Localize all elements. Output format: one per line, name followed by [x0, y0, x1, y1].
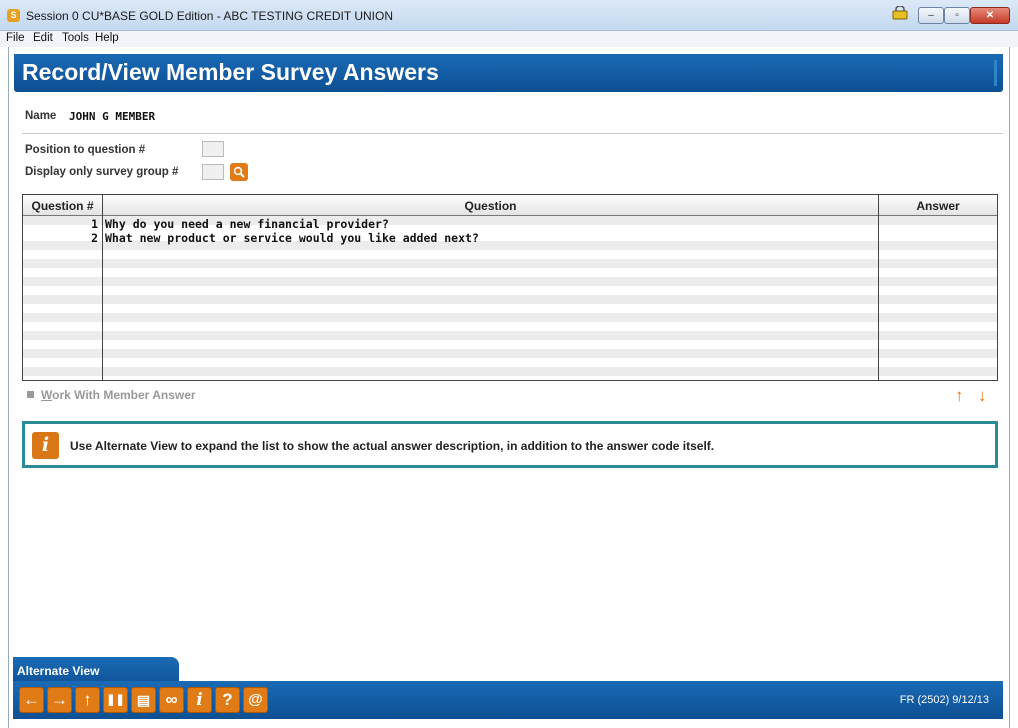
window-titlebar: S Session 0 CU*BASE GOLD Edition - ABC T… — [0, 0, 1018, 31]
column-divider — [102, 195, 103, 380]
app-icon: S — [7, 9, 20, 22]
row-stripe — [23, 277, 997, 286]
page-title: Record/View Member Survey Answers — [22, 59, 439, 85]
hotkey-letter: W — [41, 388, 53, 402]
question-text: Why do you need a new financial provider… — [105, 217, 389, 231]
maximize-button[interactable]: ▫ — [944, 7, 970, 24]
menu-edit[interactable]: Edit — [33, 32, 53, 44]
menu-tools[interactable]: Tools — [62, 32, 89, 44]
at-icon[interactable]: @ — [243, 687, 268, 713]
scroll-down-icon[interactable]: ↓ — [978, 386, 987, 406]
minimize-button[interactable]: – — [918, 7, 944, 24]
questions-table: Question # Question Answer 1 Why do you … — [22, 194, 998, 381]
magnifier-icon — [233, 166, 245, 178]
info-message-box: i Use Alternate View to expand the list … — [22, 421, 998, 468]
column-divider — [878, 195, 879, 380]
work-with-member-answer-link[interactable]: Work With Member Answer — [41, 388, 196, 402]
scroll-up-icon[interactable]: ↑ — [955, 386, 964, 406]
table-header: Question # Question Answer — [23, 195, 997, 216]
pause-icon[interactable]: ❚❚ — [103, 687, 128, 713]
row-stripe — [23, 313, 997, 322]
question-number: 1 — [91, 217, 98, 231]
print-icon[interactable]: ▤ — [131, 687, 156, 713]
survey-group-input[interactable] — [202, 164, 224, 180]
alternate-view-tab[interactable]: Alternate View — [13, 657, 179, 681]
bottom-toolbar: ← → ↑ ❚❚ ▤ ∞ i ? @ FR (2502) 9/12/13 — [13, 681, 1003, 719]
action-label: ork With Member Answer — [52, 388, 196, 402]
divider — [22, 133, 1003, 134]
help-icon[interactable]: ? — [215, 687, 240, 713]
member-name: JOHN G MEMBER — [69, 110, 156, 123]
back-arrow-icon[interactable]: ← — [19, 687, 44, 713]
action-bullet — [27, 391, 34, 398]
page-header: Record/View Member Survey Answers — [14, 54, 1003, 92]
alternate-view-label: Alternate View — [17, 664, 100, 678]
up-arrow-icon[interactable]: ↑ — [75, 687, 100, 713]
lock-icon[interactable] — [892, 6, 908, 20]
status-code: FR (2502) 9/12/13 — [899, 694, 989, 706]
header-accent — [994, 60, 997, 86]
info-toolbar-icon[interactable]: i — [187, 687, 212, 713]
question-text: What new product or service would you li… — [105, 231, 479, 245]
question-number: 2 — [91, 231, 98, 245]
row-stripe — [23, 349, 997, 358]
lookup-button[interactable] — [230, 163, 248, 181]
column-header-question-number[interactable]: Question # — [23, 199, 102, 213]
info-icon: i — [32, 432, 59, 459]
survey-group-label: Display only survey group # — [25, 166, 179, 178]
name-label: Name — [25, 110, 57, 122]
link-icon[interactable]: ∞ — [159, 687, 184, 713]
menu-bar: File Edit Tools Help — [0, 31, 1018, 47]
position-to-question-input[interactable] — [202, 141, 224, 157]
row-stripe — [23, 331, 997, 340]
column-header-question[interactable]: Question — [103, 199, 878, 213]
close-button[interactable]: ✕ — [970, 7, 1010, 24]
column-header-answer[interactable]: Answer — [879, 199, 997, 213]
info-message: Use Alternate View to expand the list to… — [70, 439, 715, 453]
window-title: Session 0 CU*BASE GOLD Edition - ABC TES… — [26, 9, 393, 23]
menu-help[interactable]: Help — [95, 32, 119, 44]
row-stripe — [23, 295, 997, 304]
forward-arrow-icon[interactable]: → — [47, 687, 72, 713]
menu-file[interactable]: File — [6, 32, 25, 44]
row-stripe — [23, 367, 997, 376]
row-stripe — [23, 259, 997, 268]
position-to-question-label: Position to question # — [25, 144, 146, 156]
